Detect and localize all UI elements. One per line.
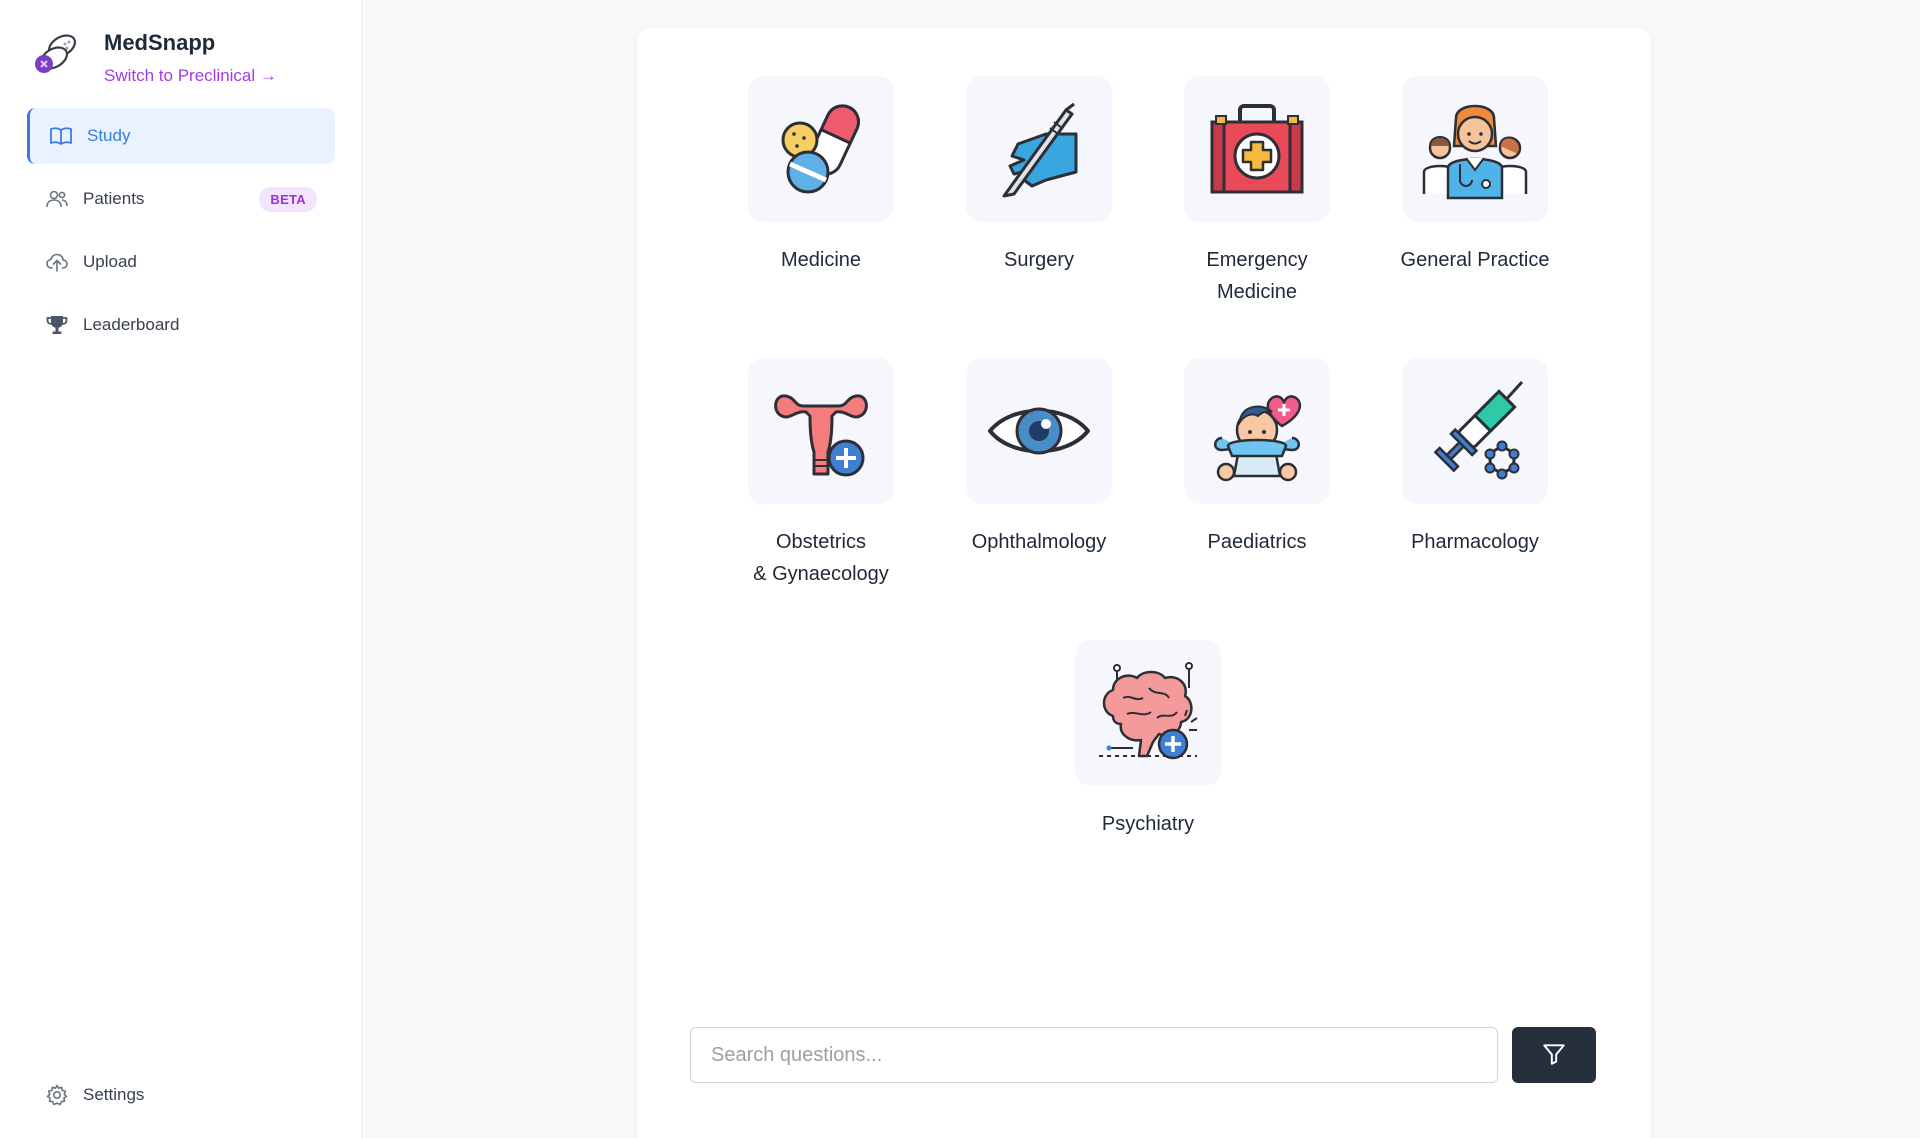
- pills-icon: [781, 104, 860, 194]
- specialty-tile-pharmacology[interactable]: Pharmacology: [1375, 358, 1575, 558]
- first-aid-kit-icon: [1210, 104, 1304, 194]
- specialty-label: Ophthalmology: [971, 531, 1107, 553]
- specialty-tile-surgery[interactable]: Surgery: [939, 76, 1139, 276]
- book-open-icon: [49, 124, 73, 148]
- specialty-tile-general-practice[interactable]: General Practice: [1375, 76, 1575, 276]
- syringe-molecule-icon: [1433, 380, 1524, 480]
- specialty-tile-emergency-medicine[interactable]: Emergency Medicine: [1157, 76, 1357, 308]
- specialty-label: Paediatrics: [1207, 531, 1307, 553]
- sidebar-item-label: Leaderboard: [83, 315, 180, 334]
- specialty-label: Obstetrics & Gynaecology: [753, 531, 889, 585]
- sidebar-nav: Study Patients BETA Upload Leaderboard: [27, 108, 335, 360]
- trophy-icon: [45, 313, 69, 337]
- filter-icon: [1541, 1041, 1567, 1070]
- specialty-tile-ophthalmology[interactable]: Ophthalmology: [939, 358, 1139, 558]
- specialty-tile-paediatrics[interactable]: Paediatrics: [1157, 358, 1357, 558]
- app-name: MedSnapp: [104, 30, 216, 55]
- specialty-label: Psychiatry: [1101, 813, 1195, 835]
- sidebar-item-label: Settings: [83, 1085, 145, 1104]
- specialty-tile-obstetrics-gynaecology[interactable]: Obstetrics & Gynaecology: [721, 358, 921, 590]
- cloud-upload-icon: [45, 250, 69, 274]
- specialty-card: Medicine Surgery Emergency Medicine Gene…: [637, 28, 1651, 1138]
- medsnapp-logo-icon[interactable]: [32, 28, 84, 80]
- sidebar-item-label: Patients: [83, 189, 145, 208]
- specialty-label: Pharmacology: [1411, 531, 1539, 553]
- doctor-team-icon: [1422, 104, 1528, 200]
- settings-section: Settings: [27, 1067, 335, 1130]
- search-input[interactable]: [690, 1027, 1498, 1083]
- specialty-tile-psychiatry[interactable]: Psychiatry: [1048, 640, 1248, 840]
- filter-button[interactable]: [1512, 1027, 1596, 1083]
- sidebar-item-patients[interactable]: Patients BETA: [27, 171, 335, 227]
- search-bar: [690, 1027, 1598, 1083]
- gear-icon: [45, 1083, 69, 1107]
- uterus-icon: [774, 394, 868, 477]
- beta-badge: BETA: [259, 187, 317, 212]
- eye-icon: [988, 407, 1090, 455]
- scalpel-hand-icon: [1002, 102, 1078, 198]
- specialty-label: Emergency Medicine: [1206, 249, 1308, 303]
- sidebar-item-leaderboard[interactable]: Leaderboard: [27, 297, 335, 353]
- specialty-label: Medicine: [780, 249, 862, 271]
- sidebar-item-settings[interactable]: Settings: [27, 1067, 335, 1123]
- baby-heart-icon: [1214, 395, 1302, 482]
- sidebar: MedSnapp Switch to Preclinical → Study P…: [0, 0, 362, 1138]
- brand: MedSnapp Switch to Preclinical →: [32, 24, 277, 86]
- specialty-label: General Practice: [1400, 249, 1550, 271]
- sidebar-item-label: Upload: [83, 252, 137, 271]
- specialty-tile-medicine[interactable]: Medicine: [721, 76, 921, 276]
- sidebar-item-upload[interactable]: Upload: [27, 234, 335, 290]
- brain-icon: [1099, 662, 1198, 760]
- specialty-label: Surgery: [1003, 249, 1075, 271]
- sidebar-item-label: Study: [87, 126, 131, 145]
- users-icon: [45, 187, 69, 211]
- switch-to-preclinical-link[interactable]: Switch to Preclinical →: [104, 66, 277, 86]
- sidebar-item-study[interactable]: Study: [27, 108, 335, 164]
